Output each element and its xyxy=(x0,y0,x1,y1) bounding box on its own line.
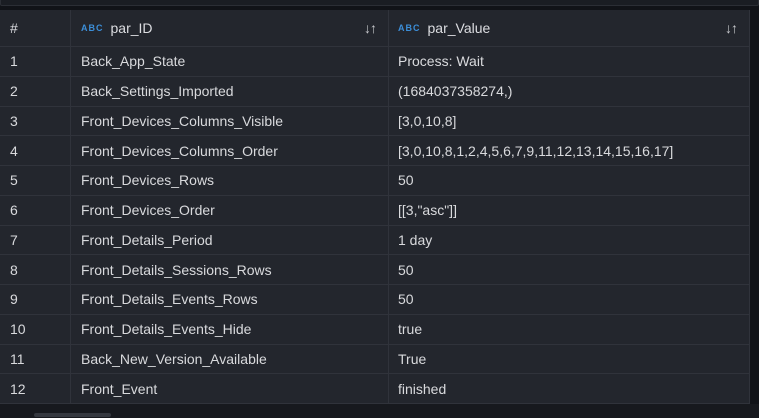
par-value-cell: 50 xyxy=(389,255,750,285)
par-id-cell: Front_Devices_Columns_Order xyxy=(71,136,389,166)
table-row: 4 Front_Devices_Columns_Order [3,0,10,8,… xyxy=(0,136,750,166)
table-row: 5 Front_Devices_Rows 50 xyxy=(0,166,750,196)
par-id-cell: Front_Details_Events_Rows xyxy=(71,285,389,315)
table-row: 8 Front_Details_Sessions_Rows 50 xyxy=(0,255,750,285)
par-id-cell: Front_Devices_Order xyxy=(71,196,389,226)
row-index-cell: 7 xyxy=(0,226,71,256)
row-index-cell: 11 xyxy=(0,345,71,375)
table-row: 1 Back_App_State Process: Wait xyxy=(0,47,750,77)
par-id-cell: Front_Details_Period xyxy=(71,226,389,256)
column-header-par-id[interactable]: ABC par_ID ↓↑ xyxy=(71,10,389,47)
par-value-cell: [[3,"asc"]] xyxy=(389,196,750,226)
sort-arrows-icon[interactable]: ↓↑ xyxy=(725,20,737,36)
string-type-icon: ABC xyxy=(398,23,421,33)
row-index-cell: 3 xyxy=(0,107,71,137)
row-index-cell: 2 xyxy=(0,77,71,107)
table-row: 12 Front_Event finished xyxy=(0,374,750,404)
row-index-cell: 8 xyxy=(0,255,71,285)
table-row: 10 Front_Details_Events_Hide true xyxy=(0,315,750,345)
par-id-cell: Front_Details_Events_Hide xyxy=(71,315,389,345)
table-header-row: # ABC par_ID ↓↑ ABC par_Value ↓↑ xyxy=(0,10,750,47)
par-id-cell: Back_Settings_Imported xyxy=(71,77,389,107)
dashboard-screen: # ABC par_ID ↓↑ ABC par_Value ↓↑ 1 Back_… xyxy=(0,0,759,418)
par-value-cell: Process: Wait xyxy=(389,47,750,77)
params-table: # ABC par_ID ↓↑ ABC par_Value ↓↑ 1 Back_… xyxy=(0,10,750,404)
par-value-cell: True xyxy=(389,345,750,375)
par-value-cell: 50 xyxy=(389,285,750,315)
table-row: 3 Front_Devices_Columns_Visible [3,0,10,… xyxy=(0,107,750,137)
par-id-column-label: par_ID xyxy=(111,20,153,36)
par-value-cell: [3,0,10,8] xyxy=(389,107,750,137)
par-value-cell: finished xyxy=(389,374,750,404)
par-id-cell: Front_Devices_Columns_Visible xyxy=(71,107,389,137)
par-value-cell: 50 xyxy=(389,166,750,196)
sort-arrows-icon[interactable]: ↓↑ xyxy=(364,20,376,36)
par-id-cell: Front_Event xyxy=(71,374,389,404)
row-index-cell: 12 xyxy=(0,374,71,404)
par-value-cell: (1684037358274,) xyxy=(389,77,750,107)
par-value-column-label: par_Value xyxy=(428,20,491,36)
table-row: 11 Back_New_Version_Available True xyxy=(0,345,750,375)
par-value-cell: 1 day xyxy=(389,226,750,256)
row-index-cell: 6 xyxy=(0,196,71,226)
par-value-cell: [3,0,10,8,1,2,4,5,6,7,9,11,12,13,14,15,1… xyxy=(389,136,750,166)
column-header-par-value[interactable]: ABC par_Value ↓↑ xyxy=(389,10,750,47)
row-index-cell: 9 xyxy=(0,285,71,315)
table-row: 2 Back_Settings_Imported (1684037358274,… xyxy=(0,77,750,107)
par-value-cell: true xyxy=(389,315,750,345)
row-index-cell: 10 xyxy=(0,315,71,345)
column-header-index[interactable]: # xyxy=(0,10,71,47)
table-row: 9 Front_Details_Events_Rows 50 xyxy=(0,285,750,315)
table-row: 7 Front_Details_Period 1 day xyxy=(0,226,750,256)
par-id-cell: Front_Devices_Rows xyxy=(71,166,389,196)
scrollbar-thumb[interactable] xyxy=(34,413,111,417)
row-index-cell: 5 xyxy=(0,166,71,196)
panel-above-divider xyxy=(0,0,759,6)
par-id-cell: Back_App_State xyxy=(71,47,389,77)
index-column-label: # xyxy=(10,20,18,36)
row-index-cell: 1 xyxy=(0,47,71,77)
horizontal-scrollbar xyxy=(0,404,759,418)
par-id-cell: Front_Details_Sessions_Rows xyxy=(71,255,389,285)
table-row: 6 Front_Devices_Order [[3,"asc"]] xyxy=(0,196,750,226)
par-id-cell: Back_New_Version_Available xyxy=(71,345,389,375)
row-index-cell: 4 xyxy=(0,136,71,166)
string-type-icon: ABC xyxy=(81,23,104,33)
